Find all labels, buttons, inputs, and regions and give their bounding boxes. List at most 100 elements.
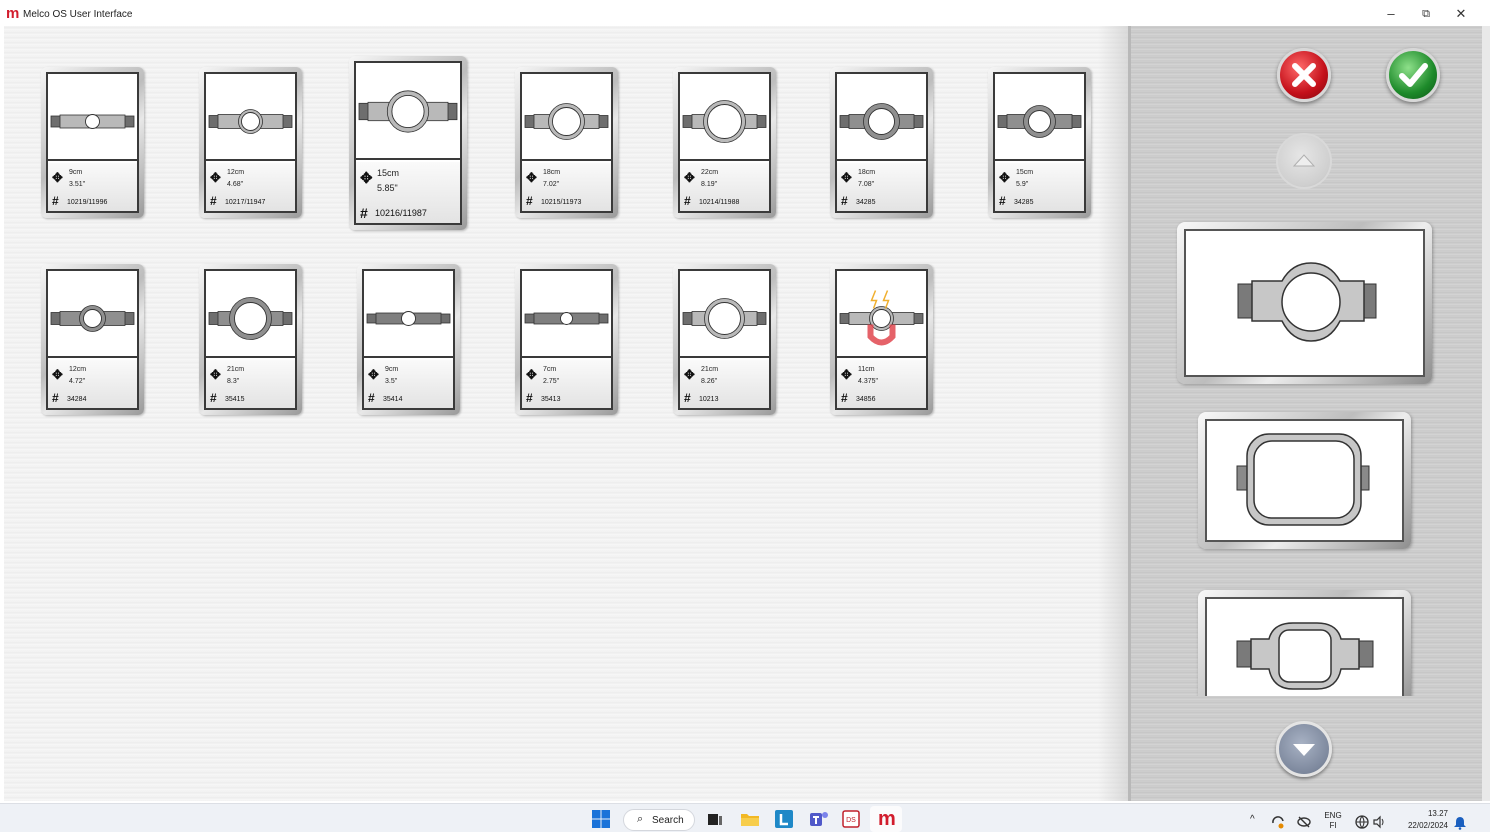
maximize-button[interactable]: ⧉: [1411, 5, 1441, 23]
hoop-info: ✥ 9cm 3.51" #10219/11996: [48, 163, 137, 211]
hoop-card[interactable]: ✥ 21cm 8.26" #10213: [673, 264, 776, 415]
hoop-card[interactable]: ✥ 22cm 8.19" #10214/11988: [673, 67, 776, 218]
hoop-info: ✥ 22cm 8.19" #10214/11988: [680, 163, 769, 211]
hoop-shape-icon: [208, 109, 293, 134]
hash-icon: #: [841, 391, 848, 405]
move-arrows-icon: ✥: [210, 170, 221, 185]
hoop-type-round[interactable]: [1177, 222, 1432, 384]
design-shop-icon[interactable]: DS: [841, 809, 861, 829]
hoop-shape-icon: [997, 105, 1082, 138]
hash-icon: #: [684, 391, 691, 405]
move-arrows-icon: ✥: [684, 170, 695, 185]
checkmark-icon: [1399, 63, 1428, 87]
hoop-info: ✥ 21cm 8.3" #35415: [206, 360, 295, 408]
file-explorer-icon[interactable]: [739, 809, 761, 829]
hoop-info: ✥ 11cm 4.375" #34856: [837, 360, 926, 408]
hoop-shape-icon: [682, 298, 767, 339]
hoop-card[interactable]: ✥ 12cm 4.68" #10217/11947: [199, 67, 302, 218]
hoop-shape-icon: [358, 90, 458, 133]
hoop-card[interactable]: ✥ 18cm 7.02" #10215/11973: [515, 67, 618, 218]
move-arrows-icon: ✥: [999, 170, 1010, 185]
hoop-image: [356, 63, 460, 160]
hash-icon: #: [841, 194, 848, 208]
scroll-down-button[interactable]: [1276, 721, 1332, 777]
hoop-part-number: 34856: [856, 396, 876, 403]
hoop-info: ✥ 12cm 4.68" #10217/11947: [206, 163, 295, 211]
chevron-up-icon: [1292, 154, 1316, 167]
melco-app-taskbar-button[interactable]: m: [870, 806, 902, 832]
hoop-image: [680, 271, 769, 358]
hoop-card[interactable]: ✥ 7cm 2.75" #35413: [515, 264, 618, 415]
teams-icon[interactable]: [808, 809, 830, 829]
hoop-size-inch: 5.85": [377, 183, 398, 193]
hoop-card-frame: ✥ 11cm 4.375" #34856: [835, 269, 928, 410]
hoop-type-square[interactable]: [1198, 590, 1411, 710]
hoop-part-number: 34285: [856, 199, 876, 206]
hoop-card[interactable]: ✥ 11cm 4.375" #34856: [830, 264, 933, 415]
network-icon[interactable]: [1296, 812, 1312, 832]
move-arrows-icon: ✥: [841, 367, 852, 382]
hoop-size-cm: 21cm: [227, 366, 245, 373]
hoop-size-inch: 8.26": [701, 378, 718, 385]
taskbar-search[interactable]: ⌕ Search: [623, 809, 695, 831]
sync-icon[interactable]: [1270, 812, 1286, 832]
hoop-image: [680, 74, 769, 161]
clock-time[interactable]: 13.27: [1398, 809, 1448, 818]
hoop-type-rectangular[interactable]: [1198, 412, 1411, 549]
hoop-card-frame: ✥ 9cm 3.5" #35414: [362, 269, 455, 410]
taskbar: ⌕ Search DS m ^ ENG FI 13.27 22/02/2024: [0, 803, 1490, 832]
hoop-size-inch: 4.68": [227, 181, 244, 188]
square-hoop-icon: [1236, 622, 1374, 690]
hoop-card[interactable]: ✥ 15cm 5.9" #34285: [988, 67, 1091, 218]
hoop-size-cm: 18cm: [543, 169, 561, 176]
hoop-card[interactable]: ✥ 21cm 8.3" #35415: [199, 264, 302, 415]
list-clip-mask: [1190, 696, 1420, 716]
hoop-size-cm: 9cm: [385, 366, 399, 373]
hoop-card[interactable]: ✥ 12cm 4.72" #34284: [41, 264, 144, 415]
hoop-card-frame: ✥ 9cm 3.51" #10219/11996: [46, 72, 139, 213]
close-button[interactable]: ✕: [1446, 5, 1476, 23]
app-l-icon[interactable]: [774, 809, 794, 829]
hoop-shape-icon: [50, 114, 135, 129]
hoop-card[interactable]: ✥ 15cm 5.85" #10216/11987: [349, 56, 467, 230]
wifi-volume-icon[interactable]: [1354, 812, 1388, 832]
clock-date[interactable]: 22/02/2024: [1394, 821, 1448, 830]
region-indicator[interactable]: FI: [1322, 821, 1344, 830]
notification-bell-icon[interactable]: [1453, 813, 1467, 833]
hoop-card[interactable]: ✥ 9cm 3.51" #10219/11996: [41, 67, 144, 218]
hoop-size-inch: 4.375": [858, 378, 879, 385]
hoop-size-cm: 9cm: [69, 169, 83, 176]
hoop-info: ✥ 21cm 8.26" #10213: [680, 360, 769, 408]
hash-icon: #: [210, 391, 217, 405]
hoop-image: [995, 74, 1084, 161]
hoop-size-cm: 15cm: [377, 168, 400, 178]
hoop-size-cm: 12cm: [227, 169, 245, 176]
hoop-size-inch: 3.51": [69, 181, 86, 188]
hoop-shape-icon: [208, 297, 293, 340]
language-indicator[interactable]: ENG: [1322, 811, 1344, 820]
hash-icon: #: [210, 194, 217, 208]
svg-text:DS: DS: [846, 817, 856, 824]
hoop-image: [206, 74, 295, 161]
hoop-card[interactable]: ✥ 18cm 7.08" #34285: [830, 67, 933, 218]
round-hoop-icon: [1237, 262, 1377, 342]
hoop-part-number: 10213: [699, 396, 719, 403]
hoop-size-inch: 3.5": [385, 378, 398, 385]
hoop-size-inch: 7.08": [858, 181, 875, 188]
confirm-button[interactable]: [1386, 48, 1440, 102]
cancel-button[interactable]: [1277, 48, 1331, 102]
hoop-shape-icon: [50, 305, 135, 332]
search-icon: ⌕: [637, 813, 644, 825]
hoop-size-inch: 4.72": [69, 378, 86, 385]
hash-icon: #: [52, 194, 59, 208]
start-icon[interactable]: [591, 809, 611, 829]
hoop-card[interactable]: ✥ 9cm 3.5" #35414: [357, 264, 460, 415]
window-title: Melco OS User Interface: [23, 9, 133, 20]
hoop-card-frame: ✥ 18cm 7.08" #34285: [835, 72, 928, 213]
scroll-up-button[interactable]: [1276, 133, 1332, 189]
minimize-button[interactable]: –: [1376, 5, 1406, 23]
close-icon: [1292, 63, 1316, 87]
tray-overflow-icon[interactable]: ^: [1250, 814, 1255, 825]
task-view-icon[interactable]: [705, 809, 725, 829]
move-arrows-icon: ✥: [684, 367, 695, 382]
